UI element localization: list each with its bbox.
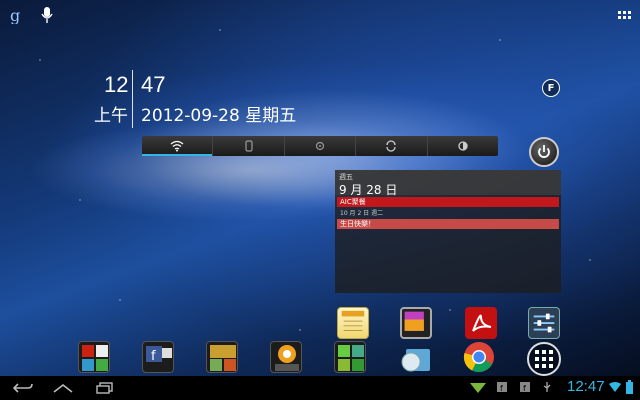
- system-bar: f f 12:47: [0, 376, 640, 400]
- clock-hour[interactable]: 12: [104, 72, 128, 98]
- folder-icon: [82, 345, 108, 371]
- battery-icon: [626, 380, 633, 394]
- game-icon: [210, 345, 236, 371]
- media-player-icon: [275, 345, 299, 371]
- clock-date: 2012-09-28 星期五: [141, 106, 297, 126]
- wifi-toggle[interactable]: [142, 136, 214, 156]
- svg-text:f: f: [151, 349, 156, 364]
- folder-files-icon: [401, 349, 430, 372]
- google-search-icon[interactable]: g: [6, 6, 24, 25]
- svg-text:f: f: [523, 384, 526, 392]
- facebook-icon: f: [146, 346, 172, 364]
- home-icon[interactable]: [52, 382, 74, 394]
- status-clock[interactable]: 12:47: [567, 378, 605, 395]
- adobe-reader-icon[interactable]: [465, 307, 497, 339]
- file-manager-icon[interactable]: [400, 343, 432, 375]
- calendar-date: 9 月 28 日: [339, 183, 398, 197]
- calendar-date-separator: 10 月 2 日 週二: [340, 210, 384, 217]
- sync-toggle[interactable]: [356, 136, 428, 156]
- circle-f-button[interactable]: F: [542, 79, 560, 97]
- download-notification-icon[interactable]: [470, 383, 486, 393]
- sliders-icon: [533, 313, 555, 333]
- google-apps-folder-icon[interactable]: [78, 341, 110, 373]
- brightness-icon: [458, 141, 468, 151]
- media-folder-icon[interactable]: [270, 341, 302, 373]
- clock-minute[interactable]: 47: [141, 72, 165, 98]
- notes-app-icon[interactable]: [337, 307, 369, 339]
- gps-toggle[interactable]: [285, 136, 357, 156]
- bluetooth-toggle[interactable]: [213, 136, 285, 156]
- all-apps-button[interactable]: [527, 342, 561, 376]
- power-button[interactable]: [529, 137, 559, 167]
- games-folder-icon[interactable]: [206, 341, 238, 373]
- bluetooth-icon: [245, 140, 253, 152]
- facebook-notification-icon[interactable]: f: [497, 382, 507, 392]
- calendar-event[interactable]: 生日快樂！: [337, 219, 559, 229]
- power-control-widget: [142, 136, 498, 156]
- svg-text:f: f: [500, 384, 503, 392]
- notepad-icon: [341, 310, 365, 331]
- sync-icon: [386, 140, 397, 152]
- clock-ampm: 上午: [94, 106, 128, 126]
- social-folder-icon[interactable]: f: [142, 341, 174, 373]
- settings-app-icon[interactable]: [528, 307, 560, 339]
- calendar-header: 週五 9 月 28 日: [335, 170, 561, 197]
- gallery-app-icon[interactable]: [400, 307, 432, 339]
- svg-text:g: g: [10, 6, 20, 24]
- voice-search-icon[interactable]: [40, 6, 54, 24]
- recent-apps-icon[interactable]: [94, 382, 116, 394]
- power-icon: [538, 145, 550, 158]
- wifi-signal-icon: [609, 382, 621, 392]
- calendar-widget[interactable]: 週五 9 月 28 日 AIC聚餐 10 月 2 日 週二 生日快樂！: [335, 170, 561, 293]
- apps-grid-icon[interactable]: [618, 8, 632, 20]
- tools-icon: [338, 345, 364, 371]
- tools-folder-icon[interactable]: [334, 341, 366, 373]
- wifi-icon: [170, 140, 184, 152]
- chrome-browser-icon[interactable]: [463, 341, 495, 373]
- back-icon[interactable]: [12, 382, 34, 394]
- brightness-toggle[interactable]: [428, 136, 498, 156]
- usb-notification-icon[interactable]: [542, 382, 552, 392]
- facebook-notification-icon[interactable]: f: [520, 382, 530, 392]
- photo-icon: [404, 311, 424, 331]
- chrome-icon: [463, 342, 494, 373]
- clock-divider: [132, 70, 133, 128]
- pdf-icon: [472, 314, 492, 332]
- calendar-event[interactable]: AIC聚餐: [337, 197, 559, 207]
- gps-icon: [315, 141, 325, 151]
